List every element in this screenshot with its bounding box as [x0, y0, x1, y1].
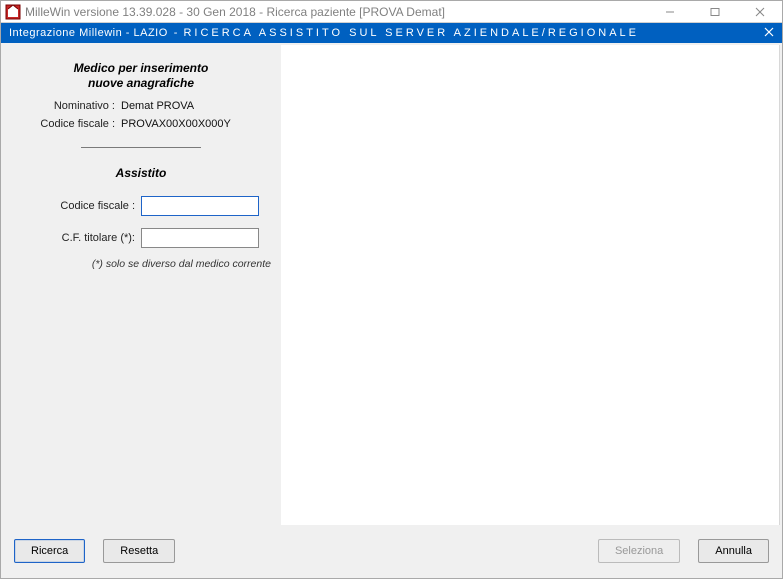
- medico-section-title: Medico per inserimento nuove anagrafiche: [11, 61, 271, 91]
- os-titlebar: MilleWin versione 13.39.028 - 30 Gen 201…: [1, 1, 782, 23]
- window: MilleWin versione 13.39.028 - 30 Gen 201…: [0, 0, 783, 579]
- header-main: RICERCA ASSISTITO SUL SERVER AZIENDALE/R…: [183, 27, 639, 39]
- annulla-button-label: Annulla: [715, 545, 752, 557]
- app-icon: [5, 4, 21, 20]
- results-panel: [281, 45, 780, 526]
- medico-cf-label: Codice fiscale :: [11, 118, 121, 130]
- header-close-button[interactable]: [754, 27, 774, 40]
- ricerca-button[interactable]: Ricerca: [14, 539, 85, 563]
- maximize-button[interactable]: [692, 1, 737, 23]
- window-controls: [647, 1, 782, 23]
- medico-cf-row: Codice fiscale : PROVAX00X00X000Y: [11, 118, 271, 130]
- header-left: Integrazione Millewin - LAZIO: [9, 27, 168, 39]
- resetta-button[interactable]: Resetta: [103, 539, 175, 563]
- seleziona-button: Seleziona: [598, 539, 680, 563]
- seleziona-button-label: Seleziona: [615, 545, 663, 557]
- ricerca-button-label: Ricerca: [31, 545, 68, 557]
- section-divider: [81, 147, 201, 148]
- annulla-button[interactable]: Annulla: [698, 539, 769, 563]
- app-header: Integrazione Millewin - LAZIO - RICERCA …: [1, 23, 782, 43]
- medico-nominativo-value: Demat PROVA: [121, 100, 194, 112]
- resetta-button-label: Resetta: [120, 545, 158, 557]
- assistito-cftitolare-row: C.F. titolare (*):: [11, 228, 271, 248]
- header-dash: -: [168, 27, 184, 39]
- medico-nominativo-row: Nominativo : Demat PROVA: [11, 100, 271, 112]
- assistito-hint: (*) solo se diverso dal medico corrente: [11, 258, 271, 270]
- medico-title-line1: Medico per inserimento: [74, 61, 209, 75]
- assistito-cftitolare-input[interactable]: [141, 228, 259, 248]
- assistito-cftitolare-label: C.F. titolare (*):: [11, 232, 141, 244]
- assistito-section-title: Assistito: [11, 166, 271, 180]
- left-panel: Medico per inserimento nuove anagrafiche…: [1, 43, 281, 578]
- close-window-button[interactable]: [737, 1, 782, 23]
- medico-cf-value: PROVAX00X00X000Y: [121, 118, 231, 130]
- assistito-cf-input[interactable]: [141, 196, 259, 216]
- minimize-button[interactable]: [647, 1, 692, 23]
- app-body: Medico per inserimento nuove anagrafiche…: [1, 43, 782, 578]
- medico-title-line2: nuove anagrafiche: [88, 76, 194, 90]
- assistito-cf-label: Codice fiscale :: [11, 200, 141, 212]
- medico-nominativo-label: Nominativo :: [11, 100, 121, 112]
- window-title: MilleWin versione 13.39.028 - 30 Gen 201…: [25, 4, 647, 19]
- footer: Ricerca Resetta Seleziona Annulla: [2, 525, 781, 577]
- assistito-cf-row: Codice fiscale :: [11, 196, 271, 216]
